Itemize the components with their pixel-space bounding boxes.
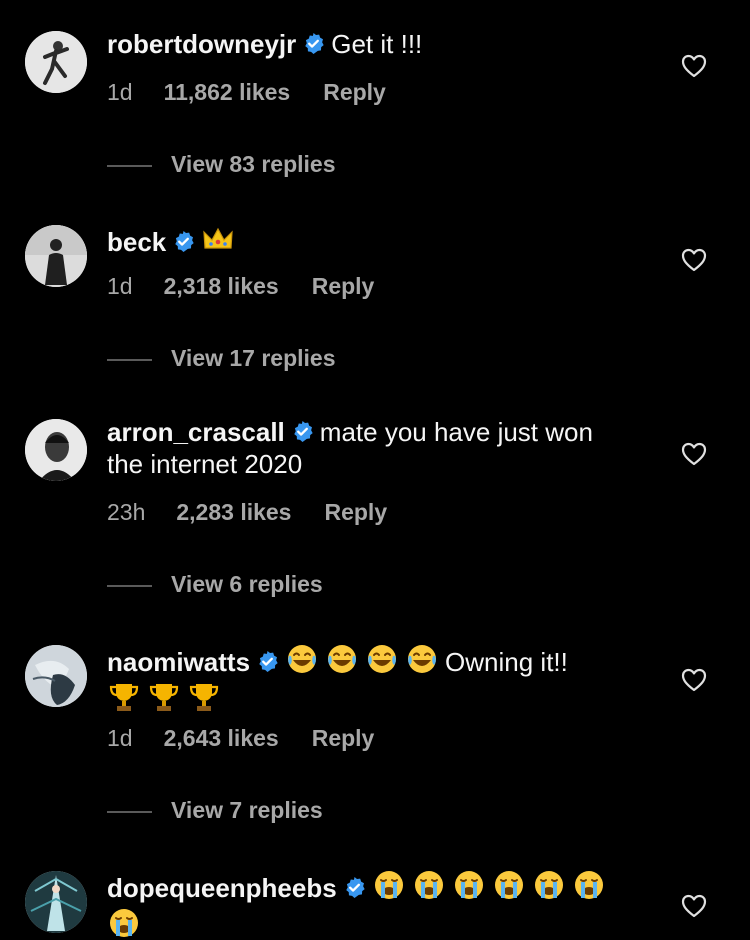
trophy-emoji <box>107 680 141 714</box>
view-replies-button[interactable]: View 6 replies <box>107 571 323 598</box>
comment-text: mate you have just won <box>319 417 593 447</box>
likes-count[interactable]: 2,318 likes <box>164 273 279 299</box>
like-heart-icon[interactable] <box>681 54 707 78</box>
avatar[interactable] <box>25 31 87 93</box>
verified-badge-icon <box>302 32 325 55</box>
avatar[interactable] <box>25 645 87 707</box>
loudly-crying-emoji <box>572 868 606 902</box>
trophy-emoji <box>147 680 181 714</box>
reply-button[interactable]: Reply <box>312 725 375 751</box>
view-replies-label: View 83 replies <box>171 151 336 177</box>
comment-time: 1d <box>107 79 133 105</box>
comment-text: Get it !!! <box>331 29 423 59</box>
view-replies-label: View 7 replies <box>171 797 323 823</box>
loudly-crying-emoji <box>107 906 141 940</box>
username[interactable]: arron_crascall <box>107 417 285 447</box>
comment-text: Owning it!! <box>445 647 568 677</box>
tears-of-joy-emoji <box>365 642 399 676</box>
tears-of-joy-emoji <box>285 642 319 676</box>
loudly-crying-emoji <box>412 868 446 902</box>
divider <box>107 810 152 813</box>
username[interactable]: naomiwatts <box>107 647 250 677</box>
username[interactable]: beck <box>107 227 166 257</box>
like-heart-icon[interactable] <box>681 894 707 918</box>
verified-badge-icon <box>291 420 314 443</box>
divider <box>107 358 152 361</box>
loudly-crying-emoji <box>452 868 486 902</box>
verified-badge-icon <box>343 876 366 899</box>
username[interactable]: robertdowneyjr <box>107 29 296 59</box>
like-heart-icon[interactable] <box>681 668 707 692</box>
reply-button[interactable]: Reply <box>312 273 375 299</box>
divider <box>107 584 152 587</box>
likes-count[interactable]: 2,283 likes <box>176 499 291 525</box>
loudly-crying-emoji <box>492 868 526 902</box>
divider <box>107 164 152 167</box>
view-replies-button[interactable]: View 7 replies <box>107 797 323 824</box>
like-heart-icon[interactable] <box>681 248 707 272</box>
view-replies-label: View 6 replies <box>171 571 323 597</box>
loudly-crying-emoji <box>372 868 406 902</box>
comment-text-line2: the internet 2020 <box>107 449 303 479</box>
tears-of-joy-emoji <box>325 642 359 676</box>
comment-time: 1d <box>107 725 133 751</box>
trophy-emoji <box>187 680 221 714</box>
avatar[interactable] <box>25 225 87 287</box>
verified-badge-icon <box>172 230 195 253</box>
comment-time: 1d <box>107 273 133 299</box>
reply-button[interactable]: Reply <box>323 79 386 105</box>
avatar[interactable] <box>25 419 87 481</box>
reply-button[interactable]: Reply <box>324 499 387 525</box>
loudly-crying-emoji <box>532 868 566 902</box>
crown-emoji <box>201 222 235 256</box>
view-replies-button[interactable]: View 17 replies <box>107 345 336 372</box>
verified-badge-icon <box>256 650 279 673</box>
likes-count[interactable]: 2,643 likes <box>164 725 279 751</box>
like-heart-icon[interactable] <box>681 442 707 466</box>
tears-of-joy-emoji <box>405 642 439 676</box>
view-replies-button[interactable]: View 83 replies <box>107 151 336 178</box>
avatar[interactable] <box>25 871 87 933</box>
view-replies-label: View 17 replies <box>171 345 336 371</box>
comment-time: 23h <box>107 499 146 525</box>
username[interactable]: dopequeenpheebs <box>107 873 337 903</box>
likes-count[interactable]: 11,862 likes <box>164 79 291 105</box>
